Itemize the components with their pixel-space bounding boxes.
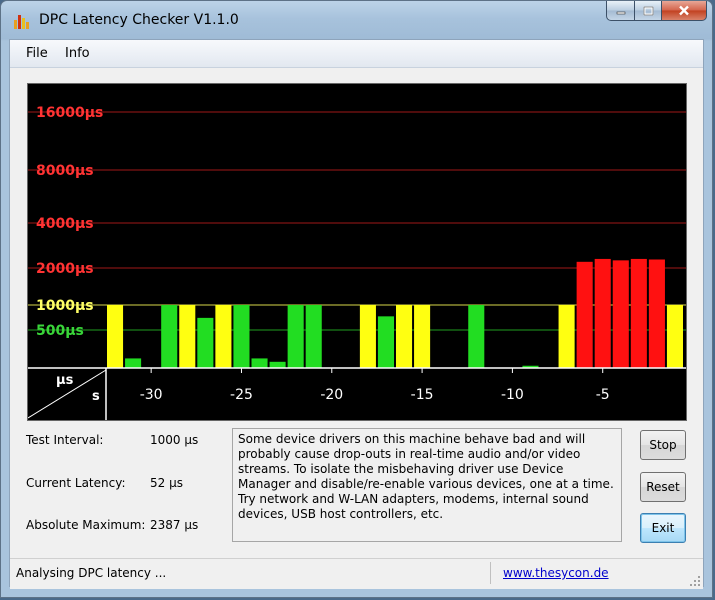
latency-bar xyxy=(594,258,611,368)
current-latency-value: 52 µs xyxy=(150,476,183,490)
description-box: Some device drivers on this machine beha… xyxy=(232,428,622,542)
reset-button[interactable]: Reset xyxy=(640,472,686,502)
resize-grip-icon[interactable] xyxy=(689,575,701,587)
app-window: DPC Latency Checker V1.1.0 File Info 500… xyxy=(0,0,713,598)
latency-bar xyxy=(233,305,250,368)
maximize-icon xyxy=(643,6,653,15)
absolute-maximum-value: 2387 µs xyxy=(150,518,199,532)
latency-bar xyxy=(576,261,593,368)
y-tick-label: 8000µs xyxy=(36,163,94,179)
latency-bar xyxy=(558,305,575,368)
x-tick-label: -25 xyxy=(230,387,253,403)
absolute-maximum-label: Absolute Maximum: xyxy=(26,518,146,532)
x-tick-label: -5 xyxy=(596,387,610,403)
current-latency-label: Current Latency: xyxy=(26,476,126,490)
description-text: Some device drivers on this machine beha… xyxy=(238,432,614,521)
y-tick-label: 500µs xyxy=(36,323,84,339)
latency-bar xyxy=(305,305,322,368)
x-tick-label: -10 xyxy=(501,387,524,403)
minimize-button[interactable] xyxy=(606,1,635,21)
close-button[interactable] xyxy=(662,1,707,21)
x-axis-unit-label: s xyxy=(92,389,100,404)
menu-file[interactable]: File xyxy=(26,46,48,61)
menu-info[interactable]: Info xyxy=(65,46,90,61)
latency-bar xyxy=(396,305,413,368)
x-tick-label: -15 xyxy=(411,387,434,403)
latency-bar xyxy=(125,358,142,368)
test-interval-label: Test Interval: xyxy=(26,433,104,447)
website-link[interactable]: www.thesycon.de xyxy=(503,566,609,580)
latency-chart-svg: 500µs 1000µs 2000µs 4000µs 8000µs 16000µs µs s -… xyxy=(28,105,686,420)
window-title: DPC Latency Checker V1.1.0 xyxy=(39,12,239,28)
y-tick-label: 2000µs xyxy=(36,261,94,277)
status-bar: Analysing DPC latency ... www.thesycon.d… xyxy=(10,558,703,589)
latency-chart: 500µs 1000µs 2000µs 4000µs 8000µs 16000µs µs s -… xyxy=(27,83,687,421)
title-bar[interactable]: DPC Latency Checker V1.1.0 xyxy=(1,1,712,39)
latency-bar xyxy=(251,358,268,368)
x-tick-label: -30 xyxy=(140,387,163,403)
app-icon xyxy=(14,15,29,29)
latency-bar xyxy=(197,317,214,368)
latency-bar xyxy=(161,305,178,368)
y-tick-label: 4000µs xyxy=(36,216,94,232)
y-tick-label: 1000µs xyxy=(36,298,94,314)
maximize-button[interactable] xyxy=(635,1,662,21)
client-area: File Info 500µs 1000µs 2000µs 4000µs 8000µs 1… xyxy=(9,39,704,589)
latency-bar xyxy=(414,305,431,368)
latency-bar xyxy=(630,258,647,368)
latency-bar xyxy=(269,361,286,368)
minimize-icon xyxy=(616,11,625,14)
latency-bar xyxy=(359,305,376,368)
stop-button[interactable]: Stop xyxy=(640,430,686,460)
latency-bar xyxy=(107,305,124,368)
y-tick-label: 16000µs xyxy=(36,105,103,121)
latency-bar xyxy=(179,305,196,368)
status-separator xyxy=(490,562,491,584)
x-tick-label: -20 xyxy=(320,387,343,403)
latency-bar xyxy=(648,259,665,368)
exit-button[interactable]: Exit xyxy=(640,513,686,543)
latency-bar xyxy=(468,305,485,368)
latency-bar xyxy=(666,305,683,368)
latency-bar xyxy=(287,305,304,368)
latency-bar xyxy=(612,260,629,368)
latency-bar xyxy=(215,305,232,368)
status-text: Analysing DPC latency ... xyxy=(16,566,167,580)
latency-bar xyxy=(377,316,394,368)
close-icon xyxy=(679,5,689,16)
test-interval-value: 1000 µs xyxy=(150,433,199,447)
y-axis-unit-label: µs xyxy=(56,373,74,388)
menu-bar: File Info xyxy=(10,40,703,68)
